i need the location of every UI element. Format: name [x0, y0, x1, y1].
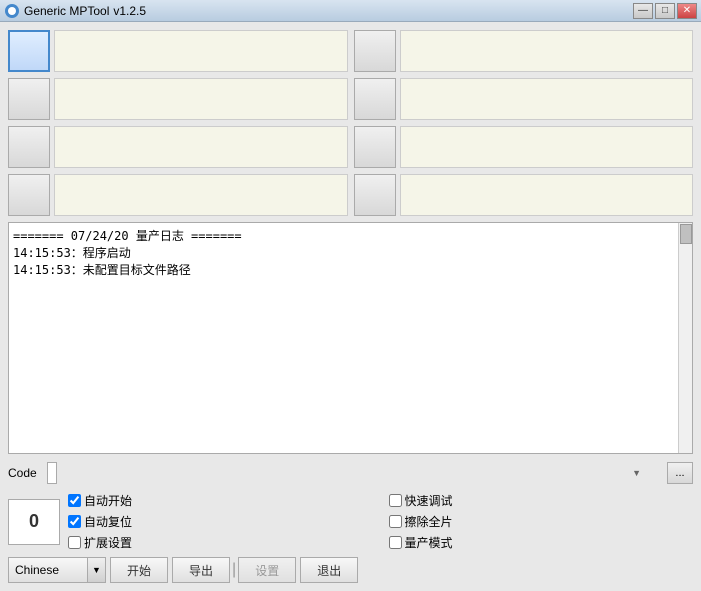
title-controls: — □ ✕ — [633, 3, 697, 19]
log-scrollbar[interactable] — [678, 223, 692, 453]
checkbox-input-3[interactable] — [389, 515, 402, 528]
checkbox-item-4[interactable]: 扩展设置 — [68, 534, 373, 551]
language-select[interactable]: Chinese English — [8, 557, 88, 583]
close-button[interactable]: ✕ — [677, 3, 697, 19]
checkboxes: 自动开始 快速调试自动复位 擦除全片扩展设置 量产模式 — [68, 492, 693, 551]
device-row-5 — [354, 30, 694, 72]
checkbox-item-3[interactable]: 擦除全片 — [389, 513, 694, 530]
device-field-1 — [54, 30, 348, 72]
device-field-8 — [400, 174, 694, 216]
checkbox-label-3: 擦除全片 — [405, 513, 453, 530]
device-button-1[interactable] — [8, 30, 50, 72]
checkbox-label-1: 快速调试 — [405, 492, 453, 509]
device-button-4[interactable] — [8, 174, 50, 216]
device-button-3[interactable] — [8, 126, 50, 168]
main-content: ======= 07/24/20 量产日志 =======14:15:53：程序… — [0, 22, 701, 591]
checkbox-input-2[interactable] — [68, 515, 81, 528]
checkbox-input-0[interactable] — [68, 494, 81, 507]
device-grid — [8, 30, 693, 216]
language-selector: Chinese English ▼ — [8, 557, 106, 583]
action-buttons: Chinese English ▼ 开始 导出 | 设置 退出 — [8, 557, 693, 583]
log-line: 14:15:53：未配置目标文件路径 — [13, 261, 674, 278]
language-dropdown-icon[interactable]: ▼ — [88, 557, 106, 583]
checkbox-label-4: 扩展设置 — [84, 534, 132, 551]
minimize-button[interactable]: — — [633, 3, 653, 19]
code-select-wrapper — [47, 462, 663, 484]
checkbox-input-4[interactable] — [68, 536, 81, 549]
code-select[interactable] — [47, 462, 57, 484]
checkbox-label-2: 自动复位 — [84, 513, 132, 530]
exit-button[interactable]: 退出 — [300, 557, 358, 583]
checkbox-label-5: 量产模式 — [405, 534, 453, 551]
counter-value: 0 — [29, 511, 39, 532]
device-button-5[interactable] — [354, 30, 396, 72]
log-scrollbar-thumb[interactable] — [680, 224, 692, 244]
start-button[interactable]: 开始 — [110, 557, 168, 583]
code-browse-button[interactable]: ... — [667, 462, 693, 484]
button-divider: | — [232, 561, 236, 579]
device-button-8[interactable] — [354, 174, 396, 216]
device-button-7[interactable] — [354, 126, 396, 168]
device-field-5 — [400, 30, 694, 72]
counter-box: 0 — [8, 499, 60, 545]
device-row-2 — [8, 78, 348, 120]
checkbox-item-5[interactable]: 量产模式 — [389, 534, 694, 551]
checkbox-item-2[interactable]: 自动复位 — [68, 513, 373, 530]
log-line: ======= 07/24/20 量产日志 ======= — [13, 227, 674, 244]
app-icon — [4, 3, 20, 19]
app-version: v1.2.5 — [113, 4, 146, 18]
code-row: Code ... — [8, 460, 693, 486]
settings-button[interactable]: 设置 — [238, 557, 296, 583]
code-label: Code — [8, 466, 43, 480]
log-line: 14:15:53：程序启动 — [13, 244, 674, 261]
device-button-2[interactable] — [8, 78, 50, 120]
bottom-controls: 0 自动开始 快速调试自动复位 擦除全片扩展设置 量产模式 — [8, 492, 693, 551]
checkbox-item-0[interactable]: 自动开始 — [68, 492, 373, 509]
device-field-4 — [54, 174, 348, 216]
log-area: ======= 07/24/20 量产日志 =======14:15:53：程序… — [8, 222, 693, 454]
checkbox-input-1[interactable] — [389, 494, 402, 507]
device-field-7 — [400, 126, 694, 168]
title-bar: Generic MPTool v1.2.5 — □ ✕ — [0, 0, 701, 22]
device-row-8 — [354, 174, 694, 216]
device-field-3 — [54, 126, 348, 168]
device-row-7 — [354, 126, 694, 168]
export-button[interactable]: 导出 — [172, 557, 230, 583]
log-content: ======= 07/24/20 量产日志 =======14:15:53：程序… — [13, 227, 674, 278]
device-row-6 — [354, 78, 694, 120]
device-field-2 — [54, 78, 348, 120]
maximize-button[interactable]: □ — [655, 3, 675, 19]
checkbox-input-5[interactable] — [389, 536, 402, 549]
device-field-6 — [400, 78, 694, 120]
checkbox-item-1[interactable]: 快速调试 — [389, 492, 694, 509]
app-title: Generic MPTool — [24, 4, 109, 18]
device-row-3 — [8, 126, 348, 168]
checkbox-label-0: 自动开始 — [84, 492, 132, 509]
device-row-4 — [8, 174, 348, 216]
device-row-1 — [8, 30, 348, 72]
device-button-6[interactable] — [354, 78, 396, 120]
